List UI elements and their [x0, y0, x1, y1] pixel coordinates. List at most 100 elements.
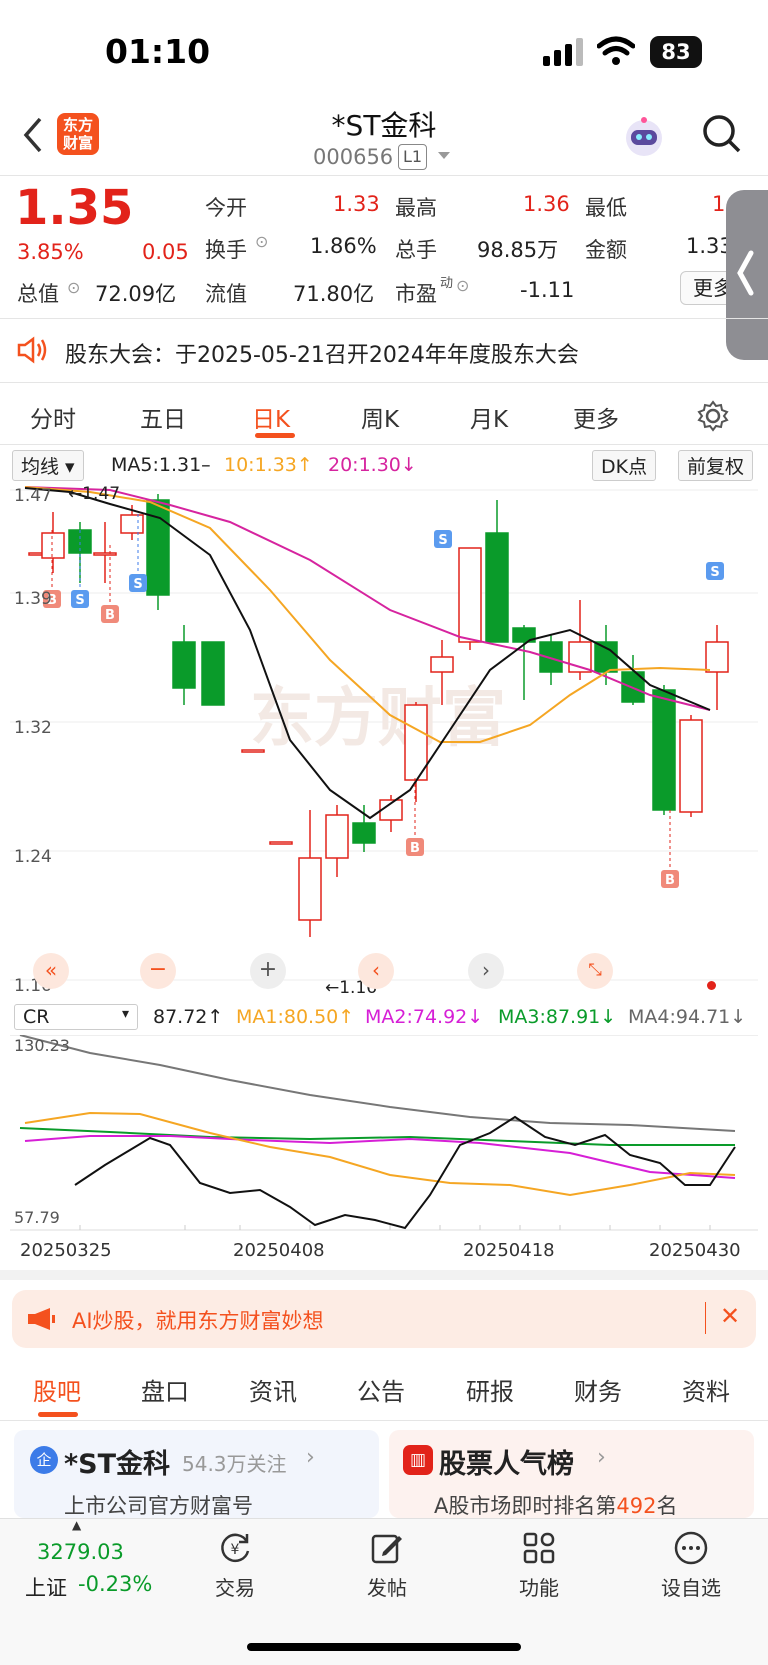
pe-sup: 动: [440, 276, 454, 291]
tab-guba[interactable]: 股吧: [33, 1372, 81, 1407]
settings-gear-icon[interactable]: [697, 400, 729, 432]
index-value[interactable]: 3279.03: [37, 1540, 124, 1564]
float-value-label: 流值: [205, 282, 247, 306]
close-icon[interactable]: ✕: [720, 1302, 740, 1330]
card-title: *ST金科: [64, 1449, 170, 1480]
section-gap: [0, 1270, 768, 1280]
turnover-value: 1.86%: [310, 234, 377, 258]
y-tick-label: 1.47: [14, 486, 52, 506]
tab-fenshi[interactable]: 分时: [30, 400, 76, 434]
index-name[interactable]: 上证: [25, 1572, 67, 1602]
open-value: 1.33: [333, 192, 380, 216]
ad-divider: [705, 1302, 706, 1334]
notice-bar[interactable]: 股东大会：于2025-05-21召开2024年年度股东大会: [0, 318, 768, 382]
tab-finance[interactable]: 财务: [574, 1372, 622, 1407]
search-icon[interactable]: [702, 114, 742, 154]
dk-point-button[interactable]: DK点: [592, 450, 657, 481]
info-icon[interactable]: ⊙: [67, 278, 80, 297]
edit-icon: [371, 1534, 402, 1564]
cr-label: CR: [23, 1006, 50, 1028]
tab-profile[interactable]: 资料: [682, 1372, 730, 1407]
ad-text: AI炒股，就用东方财富妙想: [72, 1309, 324, 1333]
robot-assistant-icon[interactable]: [622, 114, 666, 158]
tab-news[interactable]: 资讯: [249, 1372, 297, 1407]
ma10-value: 10:1.33↑: [224, 454, 313, 476]
live-dot: [707, 981, 716, 990]
chevron-left-icon: [737, 250, 754, 296]
volume-value: 98.85万: [477, 238, 559, 262]
card-subtitle: 上市公司官方财富号: [64, 1494, 253, 1518]
change-value: 0.05: [142, 240, 189, 264]
active-tab-indicator: [38, 1412, 78, 1417]
cr-y-bottom: 57.79: [14, 1208, 60, 1227]
candle-body: [679, 719, 703, 813]
y-tick-label: 1.24: [14, 847, 52, 867]
ma20-value: 20:1.30↓: [328, 454, 417, 476]
fullscreen-button[interactable]: ⤡: [577, 953, 613, 989]
amount-label: 金额: [585, 238, 627, 262]
post-button[interactable]: 发帖: [342, 1530, 432, 1601]
trade-label: 交易: [215, 1576, 255, 1600]
tab-announcements[interactable]: 公告: [357, 1372, 405, 1407]
tab-pankou[interactable]: 盘口: [141, 1372, 189, 1407]
y-tick-label: 1.39: [14, 589, 52, 609]
cr-chart[interactable]: [10, 1035, 758, 1235]
candle-body: [594, 641, 618, 673]
tab-more[interactable]: 更多: [573, 400, 619, 434]
candle-body: [652, 689, 676, 811]
prev-button[interactable]: ‹: [358, 953, 394, 989]
cr-select[interactable]: CR ▾: [14, 1004, 138, 1030]
tab-research[interactable]: 研报: [466, 1372, 514, 1407]
date-label: 20250430: [649, 1240, 741, 1261]
zoom-out-button[interactable]: −: [140, 953, 176, 989]
zoom-in-button[interactable]: +: [250, 953, 286, 989]
kline-chart[interactable]: 东方财富B SBSBBSS: [10, 480, 758, 1000]
status-time: 01:10: [105, 32, 211, 71]
date-label: 20250325: [20, 1240, 112, 1261]
divider: [0, 1420, 768, 1421]
trade-button[interactable]: ¥ 交易: [190, 1530, 280, 1601]
tab-daily-k[interactable]: 日K: [252, 400, 290, 434]
function-label: 功能: [519, 1576, 559, 1600]
post-label: 发帖: [367, 1576, 407, 1600]
index-change[interactable]: -0.23%: [78, 1572, 152, 1596]
pe-value: -1.11: [520, 278, 575, 302]
low-label: 最低: [585, 196, 627, 220]
follow-count: 54.3万关注: [182, 1452, 287, 1476]
function-button[interactable]: 功能: [494, 1530, 584, 1601]
candle-body: [93, 552, 117, 556]
candle-body: [241, 749, 265, 753]
open-label: 今开: [205, 196, 247, 220]
indicator-select[interactable]: 均线 ▾: [12, 450, 84, 481]
ranking-chart-icon: ▥: [403, 1445, 433, 1475]
add-watchlist-button[interactable]: 设自选: [646, 1530, 736, 1601]
divider: [0, 175, 768, 176]
candle-body: [41, 532, 65, 559]
adjust-button[interactable]: 前复权: [678, 450, 754, 481]
tab-weekly-k[interactable]: 周K: [361, 400, 399, 434]
card-subtitle: A股市场即时排名第492名: [434, 1490, 677, 1520]
info-icon[interactable]: ⊙: [255, 232, 268, 251]
level-badge[interactable]: L1: [398, 144, 428, 170]
signal-text: B: [665, 873, 675, 888]
volume-label: 总手: [395, 238, 437, 262]
candle-body: [352, 822, 376, 844]
speaker-icon: [17, 336, 47, 364]
tab-monthly-k[interactable]: 月K: [470, 400, 508, 434]
chevron-down-icon[interactable]: [438, 152, 450, 160]
tab-five-day[interactable]: 五日: [140, 400, 186, 434]
popularity-card[interactable]: ▥ 股票人气榜 › A股市场即时排名第492名: [389, 1430, 754, 1518]
rewind-button[interactable]: «: [33, 953, 69, 989]
active-tab-indicator: [255, 433, 295, 438]
candle-body: [485, 532, 509, 643]
cr-value: 87.72↑: [153, 1006, 224, 1028]
float-value: 71.80亿: [293, 282, 375, 306]
candle-body: [705, 641, 729, 673]
change-pct: 3.85%: [17, 240, 84, 264]
svg-text:¥: ¥: [231, 1542, 240, 1558]
next-button[interactable]: ›: [468, 953, 504, 989]
ai-ad-banner[interactable]: AI炒股，就用东方财富妙想 ✕: [12, 1290, 756, 1348]
date-label: 20250418: [463, 1240, 555, 1261]
info-icon[interactable]: ⊙: [456, 276, 469, 295]
company-card[interactable]: 企 *ST金科 54.3万关注 › 上市公司官方财富号: [14, 1430, 379, 1518]
